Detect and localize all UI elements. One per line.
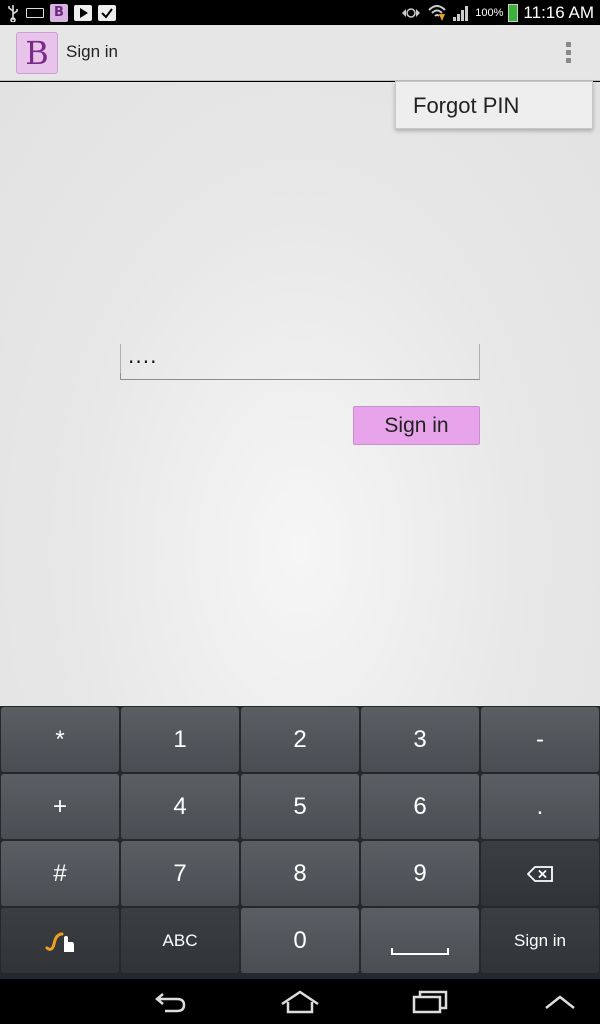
key-abc[interactable]: ABC	[121, 908, 239, 973]
navigation-bar	[0, 977, 600, 1024]
status-bar: B 100% 11:16 AM	[0, 0, 600, 25]
battery-icon	[508, 4, 519, 22]
key-7[interactable]: 7	[121, 841, 239, 906]
key-9[interactable]: 9	[361, 841, 479, 906]
key-6[interactable]: 6	[361, 774, 479, 839]
key-minus[interactable]: -	[481, 707, 599, 772]
key-asterisk[interactable]: *	[1, 707, 119, 772]
overflow-popup-menu: Forgot PIN	[395, 81, 593, 129]
status-system: 100% 11:16 AM	[400, 2, 594, 24]
battery-percent: 100%	[475, 7, 504, 19]
key-swype[interactable]	[1, 908, 119, 973]
action-bar: B Sign in	[0, 25, 600, 81]
key-5[interactable]: 5	[241, 774, 359, 839]
clock: 11:16 AM	[523, 3, 594, 22]
recent-apps-button[interactable]	[410, 987, 450, 1017]
status-notifications: B	[6, 3, 116, 23]
back-icon	[155, 993, 186, 1013]
pin-field[interactable]	[120, 344, 480, 380]
overflow-menu-icon[interactable]	[556, 39, 580, 69]
app-logo-icon[interactable]: B	[16, 32, 58, 74]
app-notification-icon: B	[50, 4, 68, 22]
space-icon	[391, 948, 449, 955]
recent-apps-icon	[412, 990, 448, 1014]
play-store-icon	[74, 5, 92, 21]
key-8[interactable]: 8	[241, 841, 359, 906]
wifi-icon	[428, 5, 446, 21]
key-2[interactable]: 2	[241, 707, 359, 772]
swype-icon	[45, 932, 74, 952]
sign-in-button[interactable]: Sign in	[353, 406, 480, 445]
backspace-icon	[527, 865, 553, 882]
main-content: Sign in	[0, 82, 600, 706]
numeric-keyboard: * 1 2 3 - + 4 5 6 . # 7 8 9 ABC 0 Sign i…	[0, 706, 600, 977]
key-hash[interactable]: #	[1, 841, 119, 906]
key-1[interactable]: 1	[121, 707, 239, 772]
key-4[interactable]: 4	[121, 774, 239, 839]
pin-input[interactable]	[128, 348, 468, 376]
key-sign-in[interactable]: Sign in	[481, 908, 599, 973]
key-plus[interactable]: +	[1, 774, 119, 839]
store-check-icon	[98, 5, 116, 21]
usb-icon	[8, 5, 18, 22]
menu-item-forgot-pin[interactable]: Forgot PIN	[413, 93, 519, 119]
home-icon	[281, 990, 319, 1014]
home-button[interactable]	[280, 987, 320, 1017]
keyboard-icon	[26, 8, 44, 18]
key-period[interactable]: .	[481, 774, 599, 839]
key-space[interactable]	[361, 908, 479, 973]
back-button[interactable]	[150, 987, 190, 1017]
hide-keyboard-icon	[545, 995, 575, 1009]
sync-icon	[402, 8, 421, 18]
signal-icon	[453, 6, 469, 21]
page-title: Sign in	[66, 42, 118, 61]
hide-keyboard-button[interactable]	[540, 987, 580, 1017]
key-0[interactable]: 0	[241, 908, 359, 973]
key-backspace[interactable]	[481, 841, 599, 906]
key-3[interactable]: 3	[361, 707, 479, 772]
